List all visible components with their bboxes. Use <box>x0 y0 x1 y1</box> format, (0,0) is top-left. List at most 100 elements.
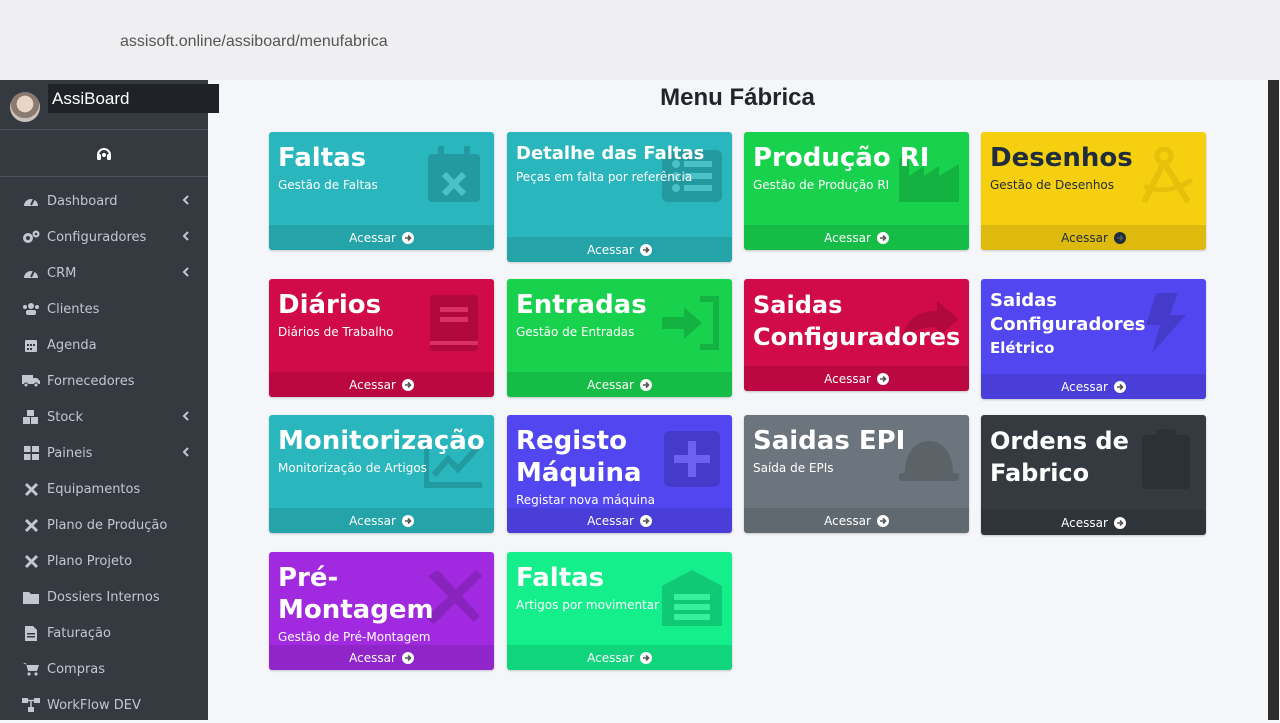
access-label: Acessar <box>824 513 871 528</box>
tools-icon <box>22 517 40 533</box>
arrow-circle-right-icon <box>637 514 652 527</box>
access-label: Acessar <box>587 650 634 665</box>
sidebar-item-workflow-dev[interactable]: WorkFlow DEV <box>0 687 208 723</box>
card-access-link[interactable]: Acessar <box>981 225 1206 250</box>
card-access-link[interactable]: Acessar <box>744 508 969 533</box>
card-title: Monitorização <box>278 426 485 456</box>
card-title: Entradas <box>516 290 647 320</box>
card-access-link[interactable]: Acessar <box>507 508 732 533</box>
card-produ-o-ri: Produção RI Gestão de Produção RI Acessar <box>744 132 969 250</box>
card-title: Registo Máquina <box>516 426 642 488</box>
sidebar-item-label: Agenda <box>47 337 97 353</box>
access-label: Acessar <box>824 230 871 245</box>
chevron-left-icon <box>182 446 190 461</box>
sidebar-item-fornecedores[interactable]: Fornecedores <box>0 363 208 399</box>
card-access-link[interactable]: Acessar <box>507 645 732 670</box>
card-subtitle: Monitorização de Artigos <box>278 461 427 475</box>
card-access-link[interactable]: Acessar <box>744 225 969 250</box>
card-title: Faltas <box>278 143 367 173</box>
arrow-circle-right-icon <box>399 231 414 244</box>
chevron-left-icon <box>182 266 190 281</box>
card-title: Desenhos <box>990 143 1133 173</box>
arrow-circle-right-icon <box>1111 380 1126 393</box>
truck-icon <box>22 373 40 389</box>
access-label: Acessar <box>1061 379 1108 394</box>
card-title: Produção RI <box>753 143 930 173</box>
access-label: Acessar <box>587 377 634 392</box>
scrollbar-thumb[interactable] <box>1268 80 1279 720</box>
browser-address-bar[interactable]: assisoft.online/assiboard/menufabrica <box>0 0 1280 80</box>
sidebar-item-clientes[interactable]: Clientes <box>0 291 208 327</box>
sidebar-item-configuradores[interactable]: Configuradores <box>0 219 208 255</box>
sidebar-item-label: Plano de Produção <box>47 517 168 533</box>
arrow-circle-right-icon <box>1111 516 1126 529</box>
users-icon <box>22 301 40 317</box>
card-access-link[interactable]: Acessar <box>981 374 1206 399</box>
card-saidas-configuradores: Saidas Configuradores Acessar <box>744 279 969 391</box>
support-button[interactable] <box>0 131 208 177</box>
sidebar-item-paineis[interactable]: Paineis <box>0 435 208 471</box>
sidebar-item-agenda[interactable]: Agenda <box>0 327 208 363</box>
cogs-icon <box>22 229 40 245</box>
card-subtitle: Gestão de Pré-Montagem <box>278 630 431 644</box>
sidebar-item-label: CRM <box>47 265 77 281</box>
tools-icon <box>22 553 40 569</box>
card-title: Saidas Configuradores <box>753 291 961 351</box>
sidebar-item-fatura-o[interactable]: Faturação <box>0 615 208 651</box>
avatar <box>10 92 40 122</box>
sidebar-item-compras[interactable]: Compras <box>0 651 208 687</box>
sidebar-item-label: Dossiers Internos <box>47 589 160 605</box>
card-di-rios: Diários Diários de Trabalho Acessar <box>269 279 494 397</box>
card-pr-montagem: Pré-Montagem Gestão de Pré-Montagem Acess… <box>269 552 494 670</box>
card-access-link[interactable]: Acessar <box>981 510 1206 535</box>
sidebar-item-label: Compras <box>47 661 106 677</box>
arrow-circle-right-icon <box>399 514 414 527</box>
sidebar-item-label: WorkFlow DEV <box>47 697 141 713</box>
tools-icon <box>22 481 40 497</box>
card-access-link[interactable]: Acessar <box>269 372 494 397</box>
sidebar-item-stock[interactable]: Stock <box>0 399 208 435</box>
sidebar-item-label: Paineis <box>47 445 93 461</box>
url-text[interactable]: assisoft.online/assiboard/menufabrica <box>120 33 388 51</box>
sidebar-item-dashboard[interactable]: Dashboard <box>0 183 208 219</box>
sidebar-item-crm[interactable]: CRM <box>0 255 208 291</box>
card-subtitle: Registar nova máquina <box>516 493 655 507</box>
arrow-circle-right-icon <box>874 514 889 527</box>
scrollbar[interactable] <box>1267 80 1280 720</box>
sidebar-item-label: Plano Projeto <box>47 553 133 569</box>
chevron-left-icon <box>182 230 190 245</box>
sidebar-item-plano-de-produ-o[interactable]: Plano de Produção <box>0 507 208 543</box>
card-title: Detalhe das Faltas <box>516 143 705 164</box>
page-title: Menu Fábrica <box>660 84 815 111</box>
main-content: Menu Fábrica Faltas Gestão de Faltas Aces… <box>208 80 1267 720</box>
sidebar-item-dossiers-internos[interactable]: Dossiers Internos <box>0 579 208 615</box>
access-label: Acessar <box>587 513 634 528</box>
boxes-icon <box>22 409 40 425</box>
sidebar: AssiBoard Dashboard Configuradores CRM C… <box>0 80 219 723</box>
card-access-link[interactable]: Acessar <box>507 237 732 262</box>
card-title: Saidas Configuradores <box>990 290 1146 335</box>
sidebar-item-plano-projeto[interactable]: Plano Projeto <box>0 543 208 579</box>
sidebar-item-label: Configuradores <box>47 229 147 245</box>
brand-link[interactable]: AssiBoard <box>0 80 219 130</box>
card-subtitle: Gestão de Entradas <box>516 325 635 339</box>
headset-icon <box>97 147 111 160</box>
arrow-circle-right-icon <box>874 372 889 385</box>
grid-icon <box>22 445 40 461</box>
card-subtitle: Peças em falta por referência <box>516 170 693 184</box>
card-access-link[interactable]: Acessar <box>744 366 969 391</box>
sidebar-item-equipamentos[interactable]: Equipamentos <box>0 471 208 507</box>
card-access-link[interactable]: Acessar <box>269 645 494 670</box>
access-label: Acessar <box>1061 515 1108 530</box>
card-subtitle: Gestão de Produção RI <box>753 178 890 192</box>
card-subtitle: Saída de EPIs <box>753 461 834 475</box>
card-access-link[interactable]: Acessar <box>269 225 494 250</box>
folder-icon <box>22 589 40 605</box>
card-access-link[interactable]: Acessar <box>269 508 494 533</box>
sidebar-item-label: Faturação <box>47 625 111 641</box>
card-access-link[interactable]: Acessar <box>507 372 732 397</box>
sidebar-item-label: Equipamentos <box>47 481 141 497</box>
arrow-circle-right-icon <box>637 378 652 391</box>
access-label: Acessar <box>349 230 396 245</box>
card-registo-m-quina: Registo Máquina Registar nova máquina Ace… <box>507 415 732 533</box>
